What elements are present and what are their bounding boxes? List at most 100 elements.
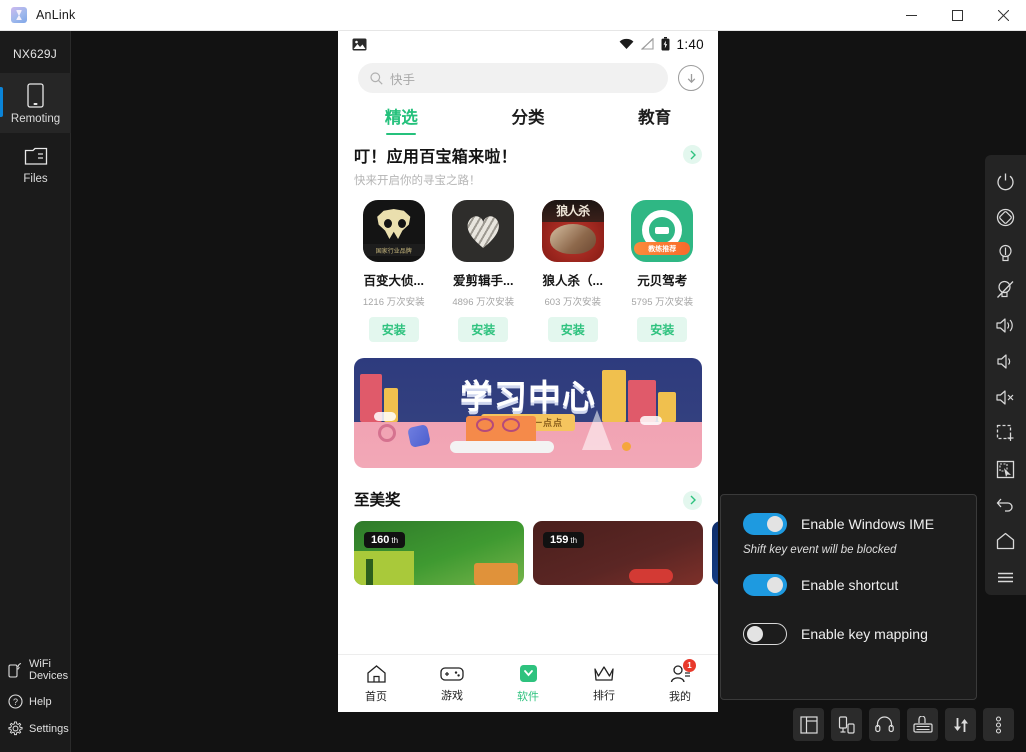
nav-item-ranking[interactable]: 排行 [566, 664, 642, 703]
award-card[interactable]: 160th [354, 521, 524, 585]
multi-device-icon [838, 715, 856, 734]
app-installs: 4896 万次安装 [452, 297, 515, 308]
sidebar-item-label: Remoting [10, 113, 61, 125]
promo-title: 叮！应用百宝箱来啦！ [354, 149, 518, 166]
app-installs: 5795 万次安装 [631, 297, 694, 308]
nav-item-mine[interactable]: 1 我的 [642, 658, 718, 704]
nav-item-home[interactable]: 首页 [338, 664, 414, 704]
award-section-header: 至美奖 [338, 468, 718, 510]
sidebar-item-files[interactable]: Files [0, 133, 71, 193]
close-button[interactable] [980, 0, 1026, 31]
search-input-value: 快手 [390, 72, 416, 87]
app-installs: 603 万次安装 [544, 297, 602, 308]
aijianji-icon[interactable] [452, 200, 515, 262]
screen-off-button[interactable] [985, 271, 1026, 307]
sidebar-item-settings[interactable]: Settings [0, 715, 71, 742]
app-card[interactable]: 狼人杀 狼人杀（... 603 万次安装 安装 [531, 200, 615, 342]
app-card[interactable]: 教练推荐 元贝驾考 5795 万次安装 安装 [621, 200, 705, 342]
screen-on-button[interactable] [985, 235, 1026, 271]
award-card[interactable] [712, 521, 718, 585]
tab-jingxuan[interactable]: 精选 [338, 104, 465, 135]
award-card[interactable]: 159th [533, 521, 703, 585]
setting-row-windows-ime[interactable]: Enable Windows IME [743, 513, 976, 535]
tab-jiaoyu[interactable]: 教育 [591, 104, 718, 135]
volume-up-button[interactable] [985, 307, 1026, 343]
more-options-button[interactable] [983, 708, 1014, 741]
help-circle-icon: ? [7, 694, 24, 709]
app-installs: 1216 万次安装 [362, 297, 425, 308]
baibian-daizhentan-icon[interactable]: 国家行业品牌 [362, 200, 425, 262]
install-button[interactable]: 安装 [547, 317, 598, 342]
app-card[interactable]: 爱剪辑手... 4896 万次安装 安装 [442, 200, 526, 342]
sidebar-item-wifi-devices[interactable]: WiFi Devices [0, 652, 71, 688]
more-dots-icon [995, 715, 1002, 734]
audio-button[interactable] [869, 708, 900, 741]
langrensha-icon[interactable]: 狼人杀 [541, 200, 604, 262]
power-button[interactable] [985, 163, 1026, 199]
nav-item-label: 排行 [593, 690, 615, 702]
app-icon-badge: 教练推荐 [634, 242, 691, 255]
tab-fenlei[interactable]: 分类 [465, 104, 592, 135]
right-device-toolbar [985, 155, 1026, 595]
toggle-shortcut[interactable] [743, 574, 787, 596]
search-input[interactable]: 快手 [358, 63, 668, 93]
volume-down-button[interactable] [985, 343, 1026, 379]
phone-bottom-nav: 首页 游戏 软件 排行 1 我的 [338, 654, 718, 712]
sidebar-item-remoting[interactable]: Remoting [0, 73, 71, 133]
setting-label: Enable key mapping [801, 626, 928, 642]
app-name: 元贝驾考 [637, 274, 688, 288]
status-bar-right-group: 1:40 [619, 37, 704, 52]
screen-record-button[interactable] [985, 451, 1026, 487]
install-button[interactable]: 安装 [368, 317, 419, 342]
download-arrow-icon[interactable] [678, 65, 704, 91]
phone-mirror-screen[interactable]: 1:40 快手 精选 分类 教育 叮！应用百宝箱来啦！ 快来开启你的寻宝之路！ … [338, 30, 718, 712]
volume-mute-button[interactable] [985, 379, 1026, 415]
minimize-button[interactable] [888, 0, 934, 31]
chevron-right-icon[interactable] [683, 490, 702, 510]
keyboard-icon [912, 716, 933, 733]
keyboard-button[interactable] [907, 708, 938, 741]
back-button[interactable] [985, 487, 1026, 523]
nav-item-games[interactable]: 游戏 [414, 665, 490, 703]
image-icon [352, 38, 367, 51]
chevron-right-icon[interactable] [683, 145, 702, 164]
toggle-windows-ime[interactable] [743, 513, 787, 535]
power-icon [996, 172, 1015, 191]
input-settings-popup: Enable Windows IME Shift key event will … [720, 494, 977, 700]
sidebar-item-label: WiFi Devices [29, 658, 69, 682]
install-button[interactable]: 安装 [458, 317, 509, 342]
apps-icon [518, 664, 539, 684]
setting-row-shortcut[interactable]: Enable shortcut [743, 574, 976, 596]
file-transfer-button[interactable] [945, 708, 976, 741]
home-button[interactable] [985, 523, 1026, 559]
wifi-device-icon [7, 662, 24, 678]
left-sidebar: NX629J Remoting Files WiFi Devices ? Hel… [0, 31, 71, 752]
transfer-icon [952, 716, 970, 734]
status-bar-time: 1:40 [676, 36, 704, 52]
yuanbei-jiakao-icon[interactable]: 教练推荐 [631, 200, 694, 262]
gamepad-icon [440, 665, 464, 683]
phone-status-bar: 1:40 [338, 30, 718, 58]
svg-text:?: ? [13, 697, 18, 707]
device-name: NX629J [13, 47, 57, 61]
nav-item-apps[interactable]: 软件 [490, 664, 566, 704]
app-card[interactable]: 国家行业品牌 百变大侦... 1216 万次安装 安装 [352, 200, 436, 342]
rotate-screen-button[interactable] [985, 199, 1026, 235]
recent-apps-button[interactable] [985, 559, 1026, 595]
setting-row-key-mapping[interactable]: Enable key mapping [743, 623, 976, 645]
maximize-button[interactable] [934, 0, 980, 31]
app-icon-badge: 狼人杀 [556, 204, 590, 218]
multi-device-button[interactable] [831, 708, 862, 741]
screenshot-icon [996, 424, 1015, 443]
capture-region-button[interactable] [985, 415, 1026, 451]
sidebar-item-help[interactable]: ? Help [0, 688, 71, 715]
layout-button[interactable] [793, 708, 824, 741]
setting-hint: Shift key event will be blocked [743, 544, 897, 556]
promo-subtitle: 快来开启你的寻宝之路！ [354, 175, 481, 187]
install-button[interactable]: 安装 [637, 317, 688, 342]
award-card-row: 160th 159th [338, 510, 718, 585]
toggle-key-mapping[interactable] [743, 623, 787, 645]
learning-center-banner[interactable]: 学习中心 每天进步一点点 [354, 358, 702, 468]
setting-label: Enable shortcut [801, 577, 899, 593]
app-name: 爱剪辑手... [453, 274, 514, 288]
